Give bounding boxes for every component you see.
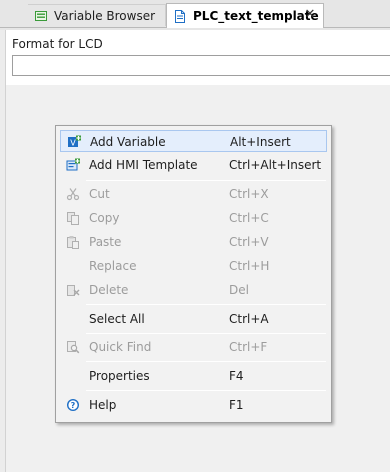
context-menu: V Add Variable Alt+Insert Add HMI Templa… <box>55 125 332 423</box>
menu-item-select-all[interactable]: Select All Ctrl+A <box>60 308 327 330</box>
tab-label: PLC_text_template <box>193 9 319 23</box>
menu-item-replace[interactable]: Replace Ctrl+H <box>60 255 327 277</box>
menu-item-cut[interactable]: Cut Ctrl+X <box>60 183 327 205</box>
tab-variable-browser[interactable]: Variable Browser <box>28 4 166 26</box>
close-icon[interactable]: ✕ <box>303 8 317 22</box>
menu-separator <box>86 180 326 181</box>
editor-header-panel: Format for LCD <box>6 30 390 85</box>
menu-item-shortcut: F1 <box>229 398 244 412</box>
menu-item-label: Select All <box>89 312 145 326</box>
menu-item-label: Add HMI Template <box>89 158 198 172</box>
add-hmi-template-icon <box>66 158 80 172</box>
menu-item-shortcut: Ctrl+Alt+Insert <box>229 158 322 172</box>
menu-item-paste[interactable]: Paste Ctrl+V <box>60 231 327 253</box>
menu-separator <box>86 304 326 305</box>
copy-icon <box>66 211 80 225</box>
menu-item-shortcut: Del <box>229 283 249 297</box>
menu-item-label: Quick Find <box>89 340 152 354</box>
menu-item-label: Copy <box>89 211 120 225</box>
menu-item-shortcut: Ctrl+H <box>229 259 270 273</box>
menu-item-delete[interactable]: Delete Del <box>60 279 327 301</box>
editor-tab-bar: Variable Browser PLC_text_template ✕ <box>0 0 390 30</box>
menu-item-label: Replace <box>89 259 137 273</box>
scissors-icon <box>66 187 80 201</box>
menu-item-label: Cut <box>89 187 110 201</box>
menu-item-label: Properties <box>89 369 150 383</box>
menu-item-label: Paste <box>89 235 122 249</box>
quick-find-icon <box>66 340 80 354</box>
menu-item-shortcut: F4 <box>229 369 244 383</box>
menu-item-copy[interactable]: Copy Ctrl+C <box>60 207 327 229</box>
format-for-lcd-label: Format for LCD <box>12 37 103 51</box>
menu-separator <box>86 390 326 391</box>
add-variable-icon: V <box>67 135 81 149</box>
menu-item-shortcut: Ctrl+A <box>229 312 269 326</box>
delete-icon <box>66 283 80 297</box>
menu-item-label: Help <box>89 398 117 412</box>
menu-item-help[interactable]: ? Help F1 <box>60 394 327 416</box>
svg-text:?: ? <box>71 401 76 410</box>
format-for-lcd-input[interactable] <box>12 55 390 76</box>
menu-item-shortcut: Ctrl+C <box>229 211 269 225</box>
variable-browser-icon <box>34 9 48 23</box>
document-icon <box>173 9 187 24</box>
menu-item-shortcut: Ctrl+X <box>229 187 269 201</box>
menu-item-label: Delete <box>89 283 129 297</box>
menu-item-add-hmi-template[interactable]: Add HMI Template Ctrl+Alt+Insert <box>60 154 327 176</box>
menu-separator <box>86 333 326 334</box>
menu-item-label: Add Variable <box>90 135 166 149</box>
menu-item-shortcut: Alt+Insert <box>230 135 291 149</box>
menu-item-add-variable[interactable]: V Add Variable Alt+Insert <box>60 130 327 152</box>
svg-text:V: V <box>70 139 76 148</box>
menu-item-properties[interactable]: Properties F4 <box>60 365 327 387</box>
tab-label: Variable Browser <box>54 8 156 23</box>
menu-item-quick-find[interactable]: Quick Find Ctrl+F <box>60 336 327 358</box>
menu-item-shortcut: Ctrl+F <box>229 340 268 354</box>
tab-plc-text-template[interactable]: PLC_text_template ✕ <box>166 3 324 28</box>
menu-item-shortcut: Ctrl+V <box>229 235 269 249</box>
paste-icon <box>66 235 80 249</box>
help-icon: ? <box>66 398 80 412</box>
menu-separator <box>86 361 326 362</box>
